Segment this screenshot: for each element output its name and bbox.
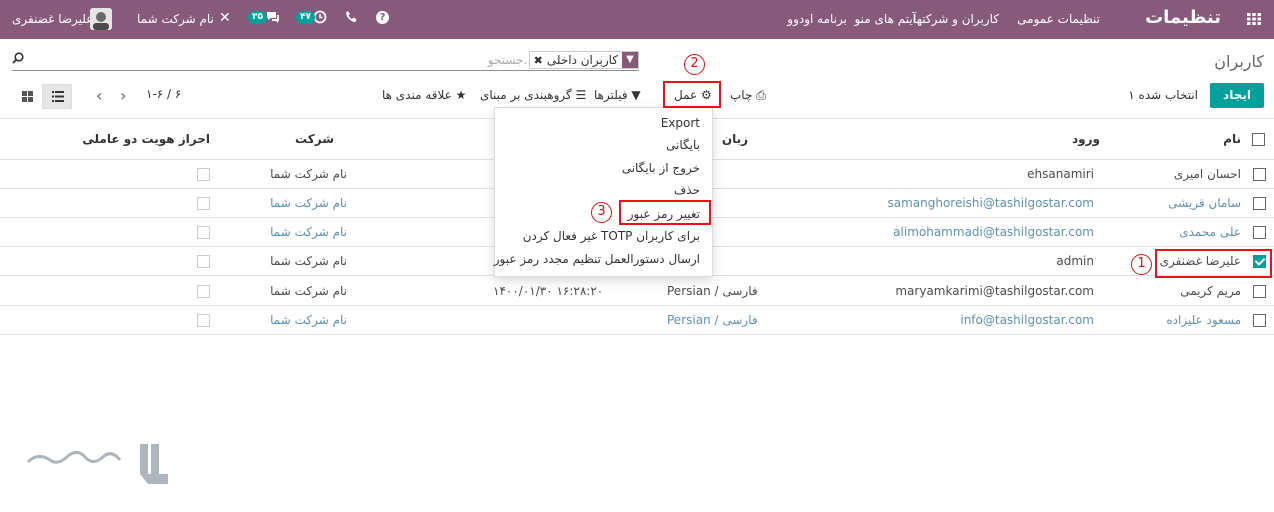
favorites-button[interactable]: علاقه مندی ها ★ bbox=[382, 88, 466, 102]
print-icon: ⎙ bbox=[756, 88, 766, 102]
help-icon[interactable]: ? bbox=[376, 11, 389, 24]
facet-remove-icon[interactable]: ✖ bbox=[530, 54, 543, 67]
filter-icon: ▼ bbox=[622, 52, 638, 68]
menu-item-archive[interactable]: بایگانی bbox=[666, 138, 700, 152]
favorites-label: علاقه مندی ها bbox=[382, 88, 452, 102]
app-title[interactable]: تنظیمات bbox=[1145, 7, 1221, 28]
avatar[interactable] bbox=[90, 8, 112, 30]
facet-value: کاربران داخلی bbox=[546, 53, 618, 67]
menu-item-disable-totp[interactable]: غیر فعال کردن TOTP برای کاربران bbox=[523, 229, 700, 243]
menu-item-unarchive[interactable]: خروج از بایگانی bbox=[622, 161, 700, 175]
list-view-button[interactable] bbox=[42, 84, 72, 109]
header-two-factor[interactable]: احراز هویت دو عاملی bbox=[82, 132, 210, 146]
header-login[interactable]: ورود bbox=[1072, 132, 1100, 146]
cell-login: info@tashilgostar.com bbox=[960, 313, 1094, 327]
two-factor-checkbox bbox=[197, 314, 210, 327]
search-facet[interactable]: ✖ کاربران داخلی ▼ bbox=[528, 51, 639, 69]
kanban-view-icon bbox=[22, 91, 33, 105]
cell-login: maryamkarimi@tashilgostar.com bbox=[895, 284, 1094, 298]
company-switcher[interactable]: نام شرکت شما bbox=[137, 12, 214, 26]
top-navbar: تنظیمات تنظیمات عمومی کاربران و شرکتها آ… bbox=[0, 0, 1274, 39]
groupby-button[interactable]: گروهبندی بر مبنای ☰ bbox=[480, 88, 586, 102]
cell-language: Persian / فارسی bbox=[667, 284, 758, 298]
table-row[interactable]: مریم کریمی maryamkarimi@tashilgostar.com P… bbox=[0, 277, 1274, 306]
row-checkbox[interactable] bbox=[1253, 226, 1266, 239]
star-icon: ★ bbox=[455, 88, 467, 102]
header-language[interactable]: زبان bbox=[722, 132, 748, 146]
highlight-action-button bbox=[663, 81, 721, 108]
groupby-label: گروهبندی بر مبنای bbox=[480, 88, 572, 102]
filters-button[interactable]: فیلترها ▼ bbox=[594, 88, 641, 102]
table-row[interactable]: مسعود علیزاده info@tashilgostar.com Persia… bbox=[0, 306, 1274, 335]
messages-badge: ۳۵ bbox=[248, 11, 267, 24]
two-factor-checkbox bbox=[197, 285, 210, 298]
row-checkbox[interactable] bbox=[1253, 285, 1266, 298]
select-all-checkbox[interactable] bbox=[1252, 133, 1265, 146]
search-icon[interactable] bbox=[12, 52, 24, 67]
row-checkbox[interactable] bbox=[1253, 197, 1266, 210]
cell-login: samanghoreishi@tashilgostar.com bbox=[887, 196, 1094, 210]
print-label: چاپ bbox=[730, 88, 753, 102]
pager-prev-icon[interactable]: ‹ bbox=[96, 86, 102, 105]
create-button[interactable]: ایجاد bbox=[1210, 83, 1264, 108]
cell-name: احسان امیری bbox=[1173, 167, 1241, 181]
annotation-marker-3: 3 bbox=[591, 202, 612, 223]
two-factor-checkbox bbox=[197, 197, 210, 210]
cell-latest-auth: ۱۴۰۰/۰۱/۳۰ ۱۶:۲۸:۲۰ bbox=[493, 284, 604, 298]
user-name[interactable]: علیرضا غضنفری bbox=[12, 12, 93, 26]
highlight-change-password bbox=[619, 200, 711, 225]
header-company[interactable]: شرکت bbox=[295, 132, 334, 146]
cell-language: Persian / فارسی bbox=[667, 313, 758, 327]
cell-login: admin bbox=[1056, 254, 1094, 268]
cell-company: نام شرکت شما bbox=[270, 313, 347, 327]
action-dropdown-menu: Export بایگانی خروج از بایگانی حذف تغییر… bbox=[494, 107, 713, 277]
cell-login: alimohammadi@tashilgostar.com bbox=[893, 225, 1094, 239]
cell-name: علی محمدی bbox=[1179, 225, 1241, 239]
cell-company: نام شرکت شما bbox=[270, 254, 347, 268]
chat-icon[interactable] bbox=[265, 9, 281, 28]
cell-name: مسعود علیزاده bbox=[1166, 313, 1241, 327]
annotation-marker-1: 1 bbox=[1131, 254, 1152, 275]
watermark-logo bbox=[22, 440, 170, 486]
row-checkbox[interactable] bbox=[1253, 168, 1266, 181]
menu-users-companies[interactable]: کاربران و شرکتها bbox=[913, 12, 999, 26]
cell-login: ehsanamiri bbox=[1027, 167, 1094, 181]
two-factor-checkbox bbox=[197, 226, 210, 239]
list-view-icon bbox=[52, 91, 64, 105]
pager-next-icon[interactable]: › bbox=[120, 86, 126, 105]
search-bar[interactable]: جستجو... ✖ کاربران داخلی ▼ bbox=[12, 49, 639, 71]
filter-icon: ▼ bbox=[631, 88, 641, 102]
row-checkbox[interactable] bbox=[1253, 314, 1266, 327]
two-factor-checkbox bbox=[197, 255, 210, 268]
cell-company: نام شرکت شما bbox=[270, 225, 347, 239]
phone-icon[interactable] bbox=[345, 10, 358, 26]
two-factor-checkbox bbox=[197, 168, 210, 181]
activities-badge: ۴۷ bbox=[296, 11, 315, 24]
cell-company: نام شرکت شما bbox=[270, 284, 347, 298]
annotation-marker-2: 2 bbox=[684, 54, 705, 75]
cell-company: نام شرکت شما bbox=[270, 167, 347, 181]
pager-value[interactable]: ۱-۶ / ۶ bbox=[146, 87, 181, 101]
breadcrumb: کاربران bbox=[1214, 52, 1264, 71]
list-icon: ☰ bbox=[575, 88, 587, 102]
cell-name: مریم کریمی bbox=[1180, 284, 1241, 298]
kanban-view-button[interactable] bbox=[13, 84, 43, 109]
filters-label: فیلترها bbox=[594, 88, 628, 102]
menu-item-export[interactable]: Export bbox=[661, 116, 700, 130]
activity-clock-icon[interactable] bbox=[313, 10, 327, 27]
menu-menu-items[interactable]: آیتم های منو bbox=[854, 12, 916, 26]
cell-company: نام شرکت شما bbox=[270, 196, 347, 210]
menu-general-settings[interactable]: تنظیمات عمومی bbox=[1017, 12, 1100, 26]
highlight-user-row bbox=[1155, 249, 1272, 278]
header-name[interactable]: نام bbox=[1223, 132, 1241, 146]
cell-name: سامان قریشی bbox=[1168, 196, 1241, 210]
print-button[interactable]: چاپ ⎙ bbox=[730, 88, 766, 103]
selected-count: ۱ انتخاب شده bbox=[1128, 88, 1198, 102]
debug-tools-icon[interactable]: ✕ bbox=[219, 10, 231, 26]
menu-odoo-app[interactable]: برنامه اودوو bbox=[787, 12, 847, 26]
apps-menu-icon[interactable] bbox=[1246, 11, 1262, 27]
menu-item-send-reset[interactable]: ارسال دستورالعمل تنظیم مجدد رمز عبور bbox=[494, 252, 700, 266]
menu-item-delete[interactable]: حذف bbox=[674, 183, 700, 197]
